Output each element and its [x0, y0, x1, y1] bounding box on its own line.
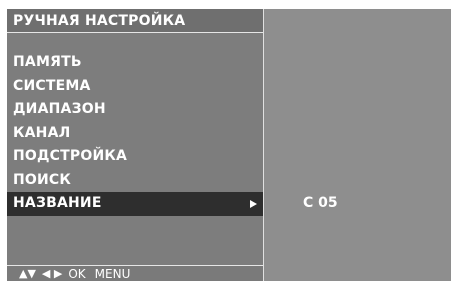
nav-hint-bar: ▲▼ ◀ ▶ OK MENU — [7, 265, 263, 281]
menu-hint: MENU — [94, 266, 131, 281]
menu-item-pamyat[interactable]: ПАМЯТЬ — [7, 51, 263, 75]
up-down-icon: ▲▼ — [19, 266, 36, 280]
menu-panel: РУЧНАЯ НАСТРОЙКА ПАМЯТЬ СИСТЕМА ДИАПАЗОН… — [7, 9, 264, 281]
menu-item-podstroyka[interactable]: ПОДСТРОЙКА — [7, 145, 263, 169]
menu-list: ПАМЯТЬ СИСТЕМА ДИАПАЗОН КАНАЛ ПОДСТРОЙКА… — [7, 51, 263, 216]
menu-title: РУЧНАЯ НАСТРОЙКА — [7, 9, 263, 33]
osd-screen: РУЧНАЯ НАСТРОЙКА ПАМЯТЬ СИСТЕМА ДИАПАЗОН… — [7, 9, 451, 281]
menu-item-nazvanie-label: НАЗВАНИЕ — [13, 195, 102, 211]
menu-item-sistema[interactable]: СИСТЕМА — [7, 75, 263, 99]
channel-name-value: C 05 — [303, 195, 338, 211]
arrow-right-icon — [250, 200, 257, 208]
menu-item-diapazon[interactable]: ДИАПАЗОН — [7, 98, 263, 122]
menu-item-nazvanie[interactable]: НАЗВАНИЕ — [7, 192, 263, 216]
ok-hint: OK — [68, 266, 86, 281]
left-right-icon: ◀ ▶ — [41, 266, 63, 280]
menu-item-poisk[interactable]: ПОИСК — [7, 169, 263, 193]
menu-item-kanal[interactable]: КАНАЛ — [7, 122, 263, 146]
